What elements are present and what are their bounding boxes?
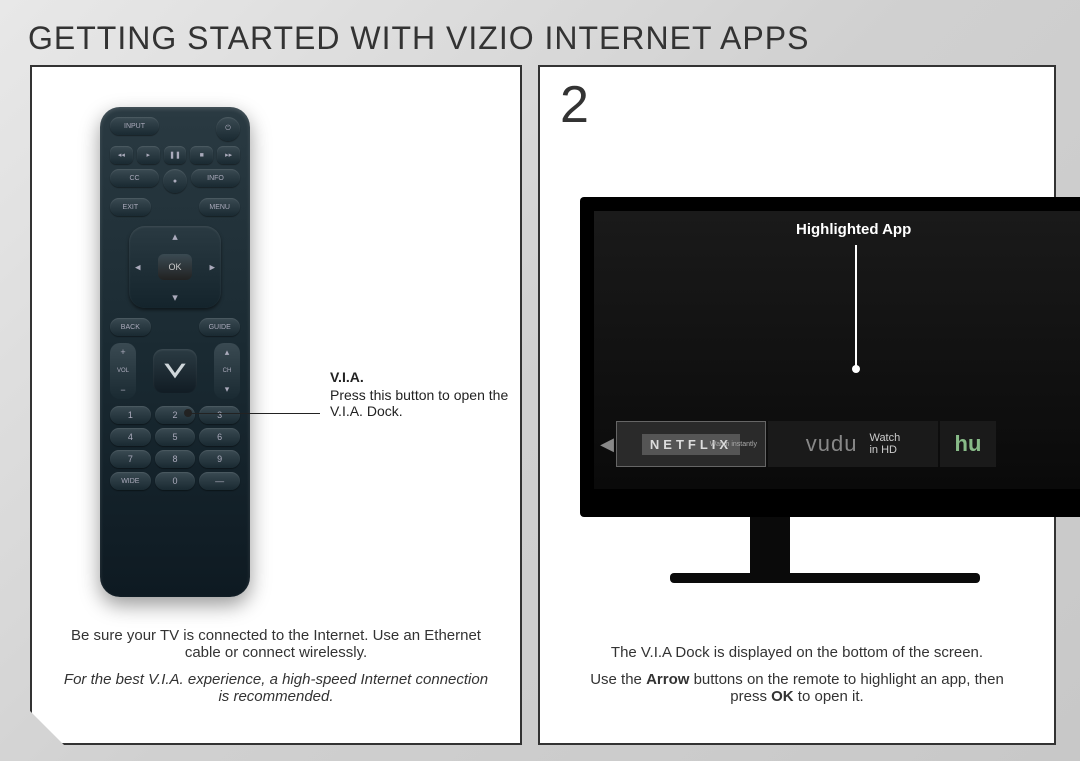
highlight-pointer-dot [852, 365, 860, 373]
num-1[interactable]: 1 [110, 406, 151, 424]
num-8[interactable]: 8 [155, 450, 196, 468]
dock-left-arrow-icon[interactable]: ◀ [598, 417, 616, 471]
play-button[interactable]: ▸ [137, 146, 160, 164]
page-title: GETTING STARTED WITH VIZIO INTERNET APPS [28, 20, 809, 57]
callout-line [190, 413, 320, 414]
panel2-footer: The V.I.A Dock is displayed on the botto… [540, 644, 1054, 715]
arrow-left-icon[interactable]: ◂ [135, 261, 141, 274]
guide-button[interactable]: GUIDE [199, 318, 240, 336]
panel1-footer-line1: Be sure your TV is connected to the Inte… [62, 627, 490, 661]
arrow-up-icon[interactable]: ▴ [172, 230, 178, 243]
num-6[interactable]: 6 [199, 428, 240, 446]
vudu-sub: Watchin HD [869, 432, 900, 456]
num-0[interactable]: 0 [155, 472, 196, 490]
volume-rocker[interactable]: + VOL − [110, 343, 136, 399]
panel2-footer-line2: Use the Arrow buttons on the remote to h… [570, 671, 1024, 705]
num-4[interactable]: 4 [110, 428, 151, 446]
num-3[interactable]: 3 [199, 406, 240, 424]
panel1-footer-line2: For the best V.I.A. experience, a high-s… [62, 671, 490, 705]
app-tile-hulu[interactable]: hu [940, 421, 996, 467]
pause-button[interactable]: ❚❚ [164, 146, 187, 164]
app-tile-netflix[interactable]: NETFLIX Watch instantly [616, 421, 766, 467]
ffwd-button[interactable]: ▸▸ [217, 146, 240, 164]
ch-label: CH [223, 368, 232, 374]
tv-base [670, 573, 980, 583]
stop-button[interactable]: ■ [190, 146, 213, 164]
panel-step-1: INPUT ⏻ ◂◂ ▸ ❚❚ ■ ▸▸ CC ● INFO EXIT MENU… [30, 65, 522, 745]
tv-frame: ◀ NETFLIX Watch instantly vudu Watchin H… [580, 197, 1080, 517]
cc-button[interactable]: CC [110, 169, 159, 187]
panel1-footer: Be sure your TV is connected to the Inte… [32, 627, 520, 715]
hulu-logo: hu [955, 431, 982, 457]
panel2-footer-line1: The V.I.A Dock is displayed on the botto… [570, 644, 1024, 661]
num-7[interactable]: 7 [110, 450, 151, 468]
via-dock: ◀ NETFLIX Watch instantly vudu Watchin H… [598, 417, 1080, 471]
remote-control: INPUT ⏻ ◂◂ ▸ ❚❚ ■ ▸▸ CC ● INFO EXIT MENU… [100, 107, 250, 597]
netflix-sub: Watch instantly [710, 441, 757, 448]
ok-button[interactable]: OK [158, 254, 192, 280]
exit-button[interactable]: EXIT [110, 198, 151, 216]
vol-minus-icon[interactable]: − [120, 385, 125, 395]
back-button[interactable]: BACK [110, 318, 151, 336]
step-number: 2 [560, 75, 589, 135]
vizio-v-icon [161, 361, 189, 381]
dash-button[interactable]: — [199, 472, 240, 490]
menu-button[interactable]: MENU [199, 198, 240, 216]
rewind-button[interactable]: ◂◂ [110, 146, 133, 164]
via-callout-heading: V.I.A. [330, 369, 510, 385]
num-9[interactable]: 9 [199, 450, 240, 468]
power-button[interactable]: ⏻ [216, 117, 240, 141]
channel-rocker[interactable]: ▴ CH ▾ [214, 343, 240, 399]
vudu-logo: vudu [806, 431, 858, 457]
via-button[interactable] [153, 349, 197, 393]
highlight-pointer-line [855, 245, 857, 367]
tv-stand [750, 517, 790, 577]
vol-label: VOL [117, 368, 129, 374]
record-button[interactable]: ● [163, 169, 187, 193]
dpad[interactable]: ▴ ▾ ◂ ▸ OK [129, 226, 221, 308]
num-5[interactable]: 5 [155, 428, 196, 446]
via-callout-text: Press this button to open the V.I.A. Doc… [330, 387, 510, 419]
app-tile-vudu[interactable]: vudu Watchin HD [768, 421, 938, 467]
wide-button[interactable]: WIDE [110, 472, 151, 490]
input-button[interactable]: INPUT [110, 117, 159, 135]
arrow-right-icon[interactable]: ▸ [209, 261, 215, 274]
number-pad: 1 2 3 4 5 6 7 8 9 WIDE 0 — [110, 406, 240, 490]
arrow-down-icon[interactable]: ▾ [172, 291, 178, 304]
tv-illustration: ◀ NETFLIX Watch instantly vudu Watchin H… [580, 137, 1054, 567]
vol-plus-icon[interactable]: + [120, 347, 125, 357]
highlighted-app-label: Highlighted App [796, 221, 911, 238]
ch-down-icon[interactable]: ▾ [225, 384, 230, 395]
panel-step-2: 2 ◀ NETFLIX Watch instantly vudu Watchin… [538, 65, 1056, 745]
info-button[interactable]: INFO [191, 169, 240, 187]
ch-up-icon[interactable]: ▴ [225, 347, 230, 358]
via-callout: V.I.A. Press this button to open the V.I… [330, 369, 510, 419]
